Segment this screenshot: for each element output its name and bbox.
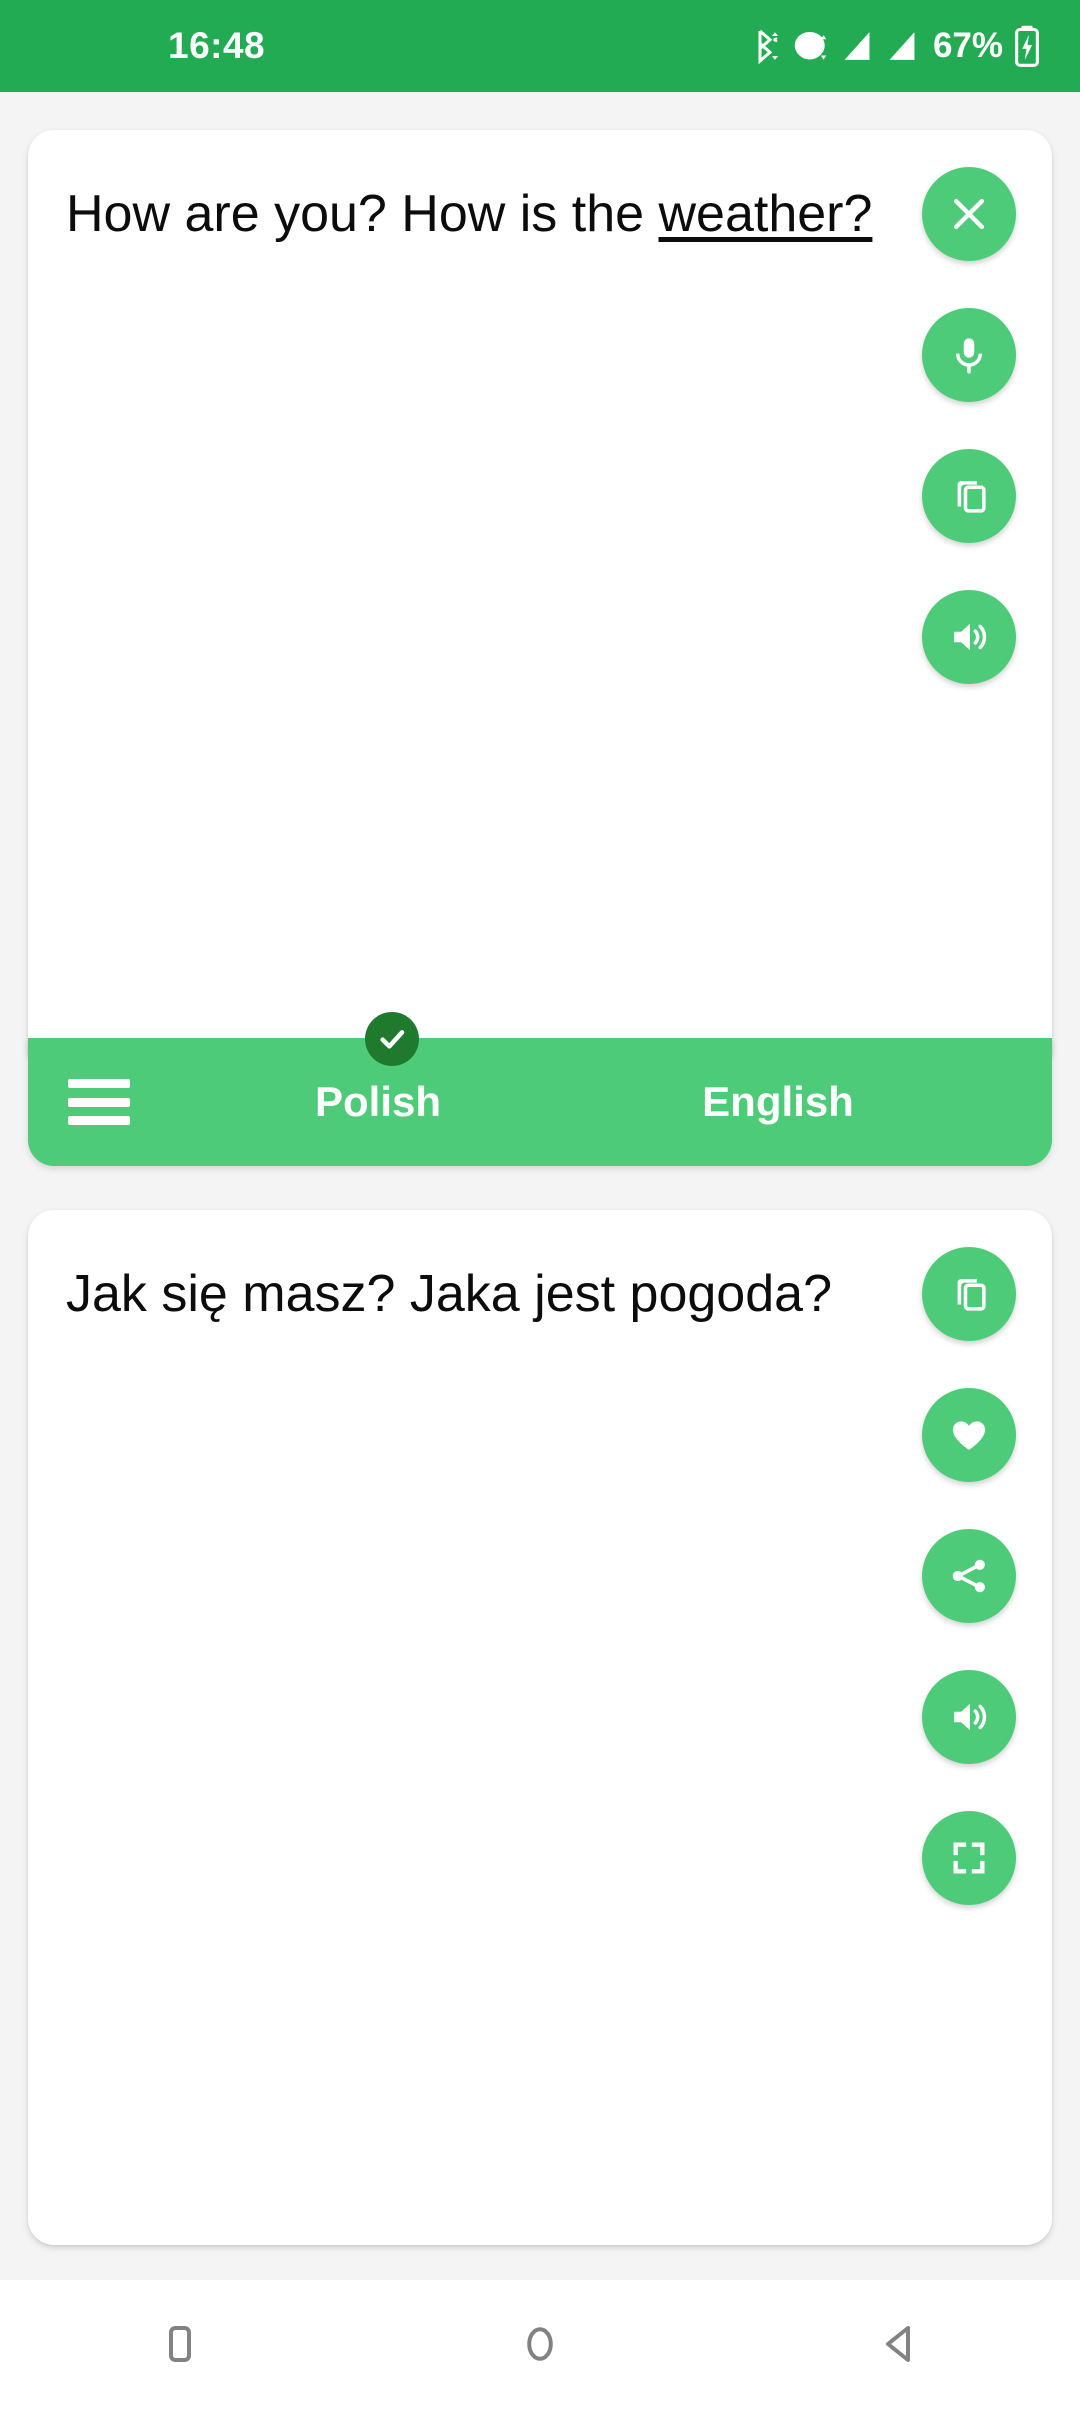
translator-body: How are you? How is the weather? Polish … xyxy=(0,92,1080,2280)
voice-input-button[interactable] xyxy=(922,308,1016,402)
signal-icon-1 xyxy=(840,28,874,64)
wifi-icon xyxy=(791,27,829,65)
translated-text[interactable]: Jak się masz? Jaka jest pogoda? xyxy=(66,1260,902,1329)
share-icon xyxy=(948,1555,990,1597)
android-navigation-bar xyxy=(0,2280,1080,2412)
translated-text-card[interactable]: Jak się masz? Jaka jest pogoda? xyxy=(28,1210,1052,2245)
triangle-left-icon xyxy=(876,2320,924,2373)
source-language-selector[interactable]: Polish xyxy=(248,1078,508,1126)
speak-translation-button[interactable] xyxy=(922,1670,1016,1764)
battery-percent-label: 67% xyxy=(932,26,1003,65)
home-button[interactable] xyxy=(485,2291,595,2401)
hamburger-bar-1 xyxy=(68,1079,130,1088)
close-icon xyxy=(947,192,991,236)
clear-button[interactable] xyxy=(922,167,1016,261)
bluetooth-icon xyxy=(750,26,780,66)
phone-screen: 16:48 67% How are you? How is the weathe… xyxy=(0,0,1080,2412)
source-text[interactable]: How are you? How is the weather? xyxy=(66,180,902,249)
share-button[interactable] xyxy=(922,1529,1016,1623)
checkmark-icon xyxy=(365,1012,419,1066)
fullscreen-button[interactable] xyxy=(922,1811,1016,1905)
status-bar-icons: 67% xyxy=(750,25,1040,67)
copy-icon xyxy=(948,1273,990,1315)
microphone-icon xyxy=(948,334,990,376)
hamburger-bar-3 xyxy=(68,1116,130,1125)
hamburger-bar-2 xyxy=(68,1097,130,1107)
heart-icon xyxy=(948,1414,990,1456)
speaker-icon xyxy=(948,1696,990,1738)
hamburger-menu-icon[interactable] xyxy=(68,1079,130,1125)
back-button[interactable] xyxy=(845,2291,955,2401)
signal-icon-2 xyxy=(885,28,919,64)
speak-button[interactable] xyxy=(922,590,1016,684)
circle-icon xyxy=(516,2320,564,2373)
battery-charging-icon xyxy=(1014,25,1040,67)
copy-icon xyxy=(948,475,990,517)
copy-button[interactable] xyxy=(922,449,1016,543)
recents-button[interactable] xyxy=(125,2291,235,2401)
source-text-card[interactable]: How are you? How is the weather? xyxy=(28,130,1052,1055)
language-bar: Polish English xyxy=(28,1012,1052,1166)
target-language-selector[interactable]: English xyxy=(628,1078,928,1126)
status-bar: 16:48 67% xyxy=(0,0,1080,92)
copy-translation-button[interactable] xyxy=(922,1247,1016,1341)
status-bar-clock: 16:48 xyxy=(168,25,266,66)
source-text-plain: How are you? How is the xyxy=(66,185,659,243)
fullscreen-icon xyxy=(949,1838,989,1878)
speaker-icon xyxy=(948,616,990,658)
square-icon xyxy=(156,2320,204,2373)
source-text-underlined: weather? xyxy=(658,185,873,243)
favorite-button[interactable] xyxy=(922,1388,1016,1482)
